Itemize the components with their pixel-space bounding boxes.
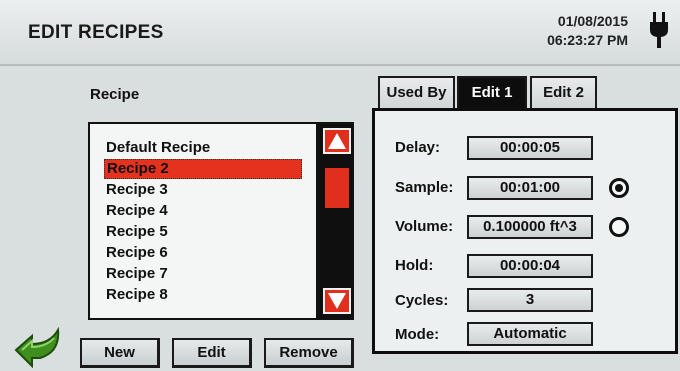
mode-field[interactable]: Automatic	[467, 322, 593, 346]
scroll-up-button[interactable]	[323, 128, 351, 154]
delay-field[interactable]: 00:00:05	[467, 136, 593, 160]
remove-recipe-button[interactable]: Remove	[264, 338, 354, 368]
power-plug-icon	[650, 12, 668, 48]
page-title: EDIT RECIPES	[28, 22, 164, 43]
radio-selected-dot	[615, 184, 623, 192]
recipe-list-label: Recipe	[90, 86, 140, 103]
sample-field[interactable]: 00:01:00	[467, 176, 593, 200]
header-bar: EDIT RECIPES 01/08/2015 06:23:27 PM	[0, 0, 680, 66]
sample-label: Sample:	[395, 179, 454, 196]
datetime-display: 01/08/2015 06:23:27 PM	[547, 12, 628, 50]
volume-radio-button[interactable]	[609, 217, 629, 237]
triangle-up-icon	[328, 133, 346, 149]
list-item-recipe-7[interactable]: Recipe 7	[104, 264, 168, 284]
list-item-recipe-4[interactable]: Recipe 4	[104, 201, 168, 221]
triangle-down-icon	[328, 293, 346, 309]
new-recipe-button[interactable]: New	[80, 338, 160, 368]
cycles-label: Cycles:	[395, 292, 449, 309]
tab-edit-1[interactable]: Edit 1	[457, 76, 527, 110]
list-item-recipe-3[interactable]: Recipe 3	[104, 180, 168, 200]
hold-field[interactable]: 00:00:04	[467, 254, 593, 278]
list-item-default-recipe[interactable]: Default Recipe	[104, 138, 210, 158]
hold-label: Hold:	[395, 257, 434, 274]
tab-edit-2[interactable]: Edit 2	[530, 76, 597, 110]
edit-1-panel: Delay: 00:00:05 Sample: 00:01:00 Volume:…	[372, 108, 678, 354]
recipe-list[interactable]: Default Recipe Recipe 2 Recipe 3 Recipe …	[88, 122, 318, 320]
delay-label: Delay:	[395, 139, 441, 156]
list-item-recipe-5[interactable]: Recipe 5	[104, 222, 168, 242]
mode-label: Mode:	[395, 326, 440, 343]
scroll-thumb[interactable]	[325, 168, 349, 208]
list-item-recipe-6[interactable]: Recipe 6	[104, 243, 168, 263]
volume-field[interactable]: 0.100000 ft^3	[467, 215, 593, 239]
volume-label: Volume:	[395, 218, 454, 235]
list-item-recipe-2[interactable]: Recipe 2	[104, 159, 302, 179]
edit-recipe-button[interactable]: Edit	[172, 338, 252, 368]
tab-used-by[interactable]: Used By	[378, 76, 455, 110]
recipe-list-scrollbar[interactable]	[318, 122, 354, 320]
back-arrow-icon[interactable]	[10, 326, 66, 368]
cycles-field[interactable]: 3	[467, 288, 593, 312]
time-text: 06:23:27 PM	[547, 32, 628, 48]
date-text: 01/08/2015	[557, 13, 628, 29]
sample-radio-button[interactable]	[609, 178, 629, 198]
list-item-recipe-8[interactable]: Recipe 8	[104, 285, 168, 305]
scroll-down-button[interactable]	[323, 288, 351, 314]
